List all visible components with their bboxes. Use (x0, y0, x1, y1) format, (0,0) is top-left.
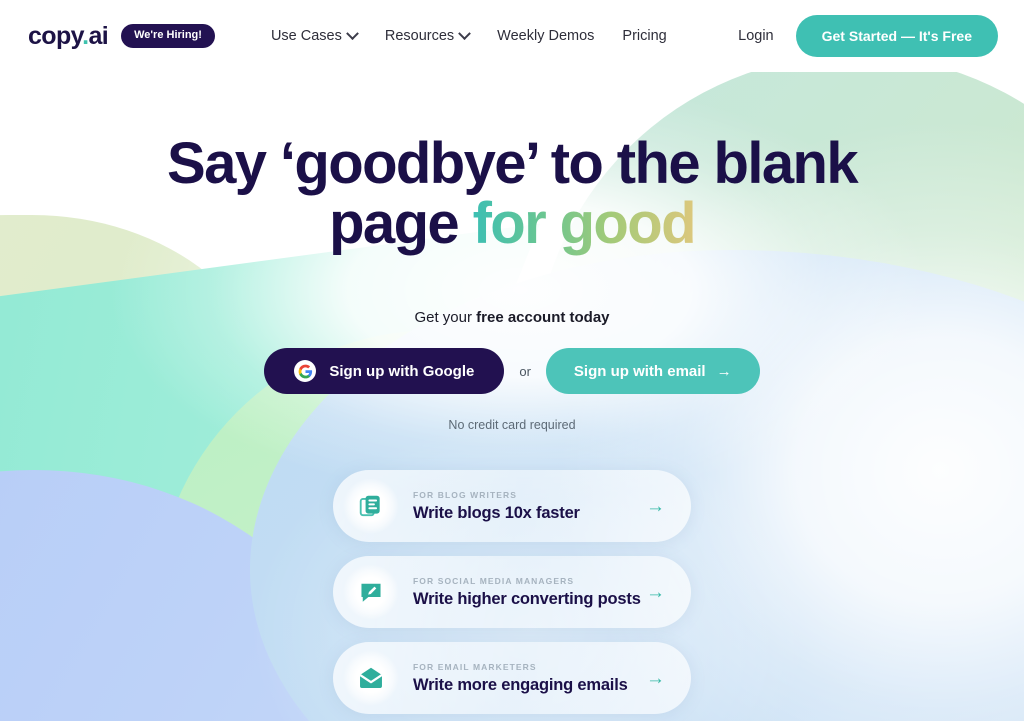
login-link[interactable]: Login (738, 28, 773, 44)
feature-card-title: Write higher converting posts (413, 590, 641, 609)
nav-item-weekly-demos-label: Weekly Demos (497, 28, 595, 44)
feature-card-eyebrow: FOR SOCIAL MEDIA MANAGERS (413, 575, 575, 586)
sign-up-with-google-button[interactable]: Sign up with Google (264, 348, 505, 395)
feature-card-text: FOR EMAIL MARKETERS Write more engaging … (413, 663, 646, 695)
feature-card-eyebrow: FOR BLOG WRITERS (413, 489, 518, 500)
feature-card-text: FOR BLOG WRITERS Write blogs 10x faster (413, 491, 646, 523)
page-title: Say ‘goodbye’ to the blank page for good (0, 134, 1024, 253)
logo-suffix: ai (88, 21, 109, 50)
feature-card-eyebrow: FOR EMAIL MARKETERS (413, 661, 537, 672)
headline-gradient-text: for good (472, 190, 697, 256)
headline-line-1: Say ‘goodbye’ to the blank (167, 131, 859, 196)
nav-links: Use Cases Resources Weekly Demos Pricing (270, 26, 667, 44)
signup-button-row: Sign up with Google or Sign up with emai… (0, 348, 1024, 395)
feature-card-blog-writers[interactable]: FOR BLOG WRITERS Write blogs 10x faster … (333, 470, 691, 543)
hiring-badge[interactable]: We're Hiring! (121, 24, 215, 48)
arrow-right-icon[interactable]: → (646, 497, 665, 516)
speech-bubble-pencil-icon (343, 564, 399, 621)
sign-up-with-google-label: Sign up with Google (329, 362, 475, 380)
sign-up-with-email-button[interactable]: Sign up with email → (545, 348, 760, 395)
nav-item-weekly-demos[interactable]: Weekly Demos (497, 28, 594, 44)
feature-card-title: Write more engaging emails (413, 676, 628, 695)
chevron-down-icon (345, 26, 359, 40)
nav-item-pricing-label: Pricing (622, 28, 667, 44)
subheadline-prefix: Get your (414, 309, 477, 327)
subheadline: Get your free account today (0, 309, 1024, 326)
navbar-right-group: Login Get Started — It's Free (738, 15, 998, 57)
navbar: copy.ai We're Hiring! Use Cases Resource… (0, 0, 1024, 72)
open-envelope-icon (343, 650, 399, 707)
hero-section: Say ‘goodbye’ to the blank page for good… (0, 72, 1024, 715)
headline-line-2: page for good (0, 190, 1024, 256)
arrow-right-icon: → (716, 362, 732, 380)
feature-card-email-marketers[interactable]: FOR EMAIL MARKETERS Write more engaging … (333, 642, 691, 715)
feature-card-list: FOR BLOG WRITERS Write blogs 10x faster … (0, 470, 1024, 715)
arrow-right-icon[interactable]: → (646, 669, 665, 688)
nav-item-pricing[interactable]: Pricing (622, 28, 666, 44)
or-separator: or (519, 363, 531, 379)
logo[interactable]: copy.ai We're Hiring! (28, 22, 215, 51)
feature-card-title: Write blogs 10x faster (413, 504, 580, 523)
google-icon (294, 360, 317, 383)
get-started-button[interactable]: Get Started — It's Free (795, 15, 998, 57)
nav-item-use-cases-label: Use Cases (270, 28, 342, 44)
nav-item-use-cases[interactable]: Use Cases (270, 26, 359, 44)
page-root: copy.ai We're Hiring! Use Cases Resource… (0, 0, 1024, 721)
chevron-down-icon (458, 26, 472, 40)
sign-up-with-email-label: Sign up with email (573, 362, 706, 380)
logo-name: copy (28, 21, 83, 50)
nav-item-resources[interactable]: Resources (384, 26, 472, 44)
subheadline-bold: free account today (476, 309, 610, 327)
no-credit-card-note: No credit card required (448, 418, 576, 433)
headline-line-2-plain: page (329, 190, 473, 256)
logo-wordmark: copy.ai (28, 21, 109, 51)
feature-card-text: FOR SOCIAL MEDIA MANAGERS Write higher c… (413, 577, 646, 609)
nav-item-resources-label: Resources (384, 28, 455, 44)
feature-card-social-media-managers[interactable]: FOR SOCIAL MEDIA MANAGERS Write higher c… (333, 556, 691, 629)
arrow-right-icon[interactable]: → (646, 583, 665, 602)
article-stack-icon (343, 478, 399, 535)
